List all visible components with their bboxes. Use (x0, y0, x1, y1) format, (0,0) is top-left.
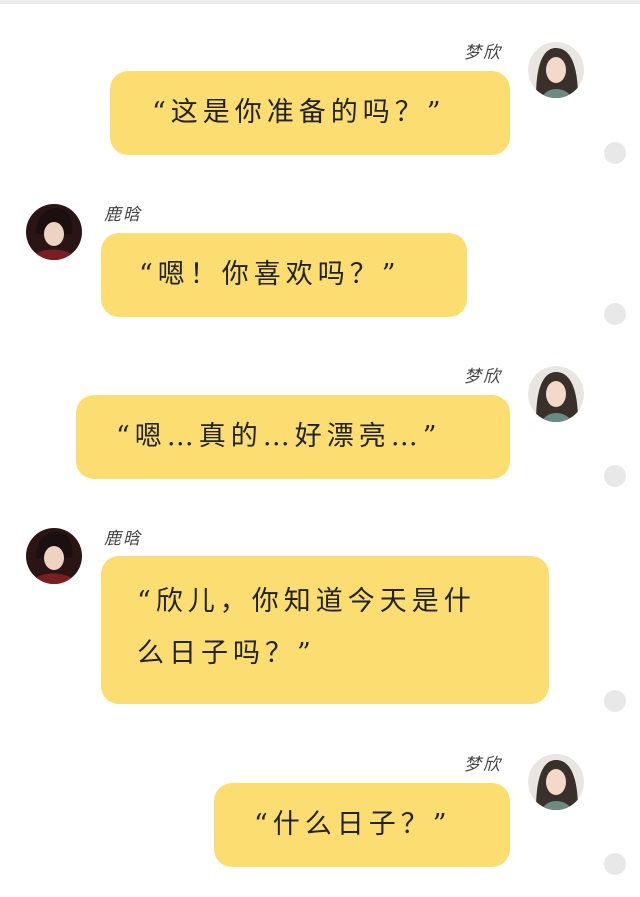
sender-name: 梦欣 (464, 755, 502, 775)
sender-name: 梦欣 (464, 367, 502, 387)
status-dot (604, 853, 626, 875)
sender-name: 鹿晗 (104, 529, 142, 549)
sender-name: 鹿晗 (104, 205, 142, 225)
message-bubble[interactable]: “嗯！你喜欢吗？” (101, 233, 467, 317)
message-text-line-1: “欣儿，你知道今天是什 (137, 586, 476, 617)
avatar-female[interactable] (528, 754, 584, 810)
avatar-female[interactable] (528, 366, 584, 422)
status-dot (604, 142, 626, 164)
avatar-male[interactable] (26, 528, 82, 584)
avatar-male[interactable] (26, 204, 82, 260)
sender-name: 梦欣 (464, 43, 502, 63)
message-bubble[interactable]: “这是你准备的吗？” (110, 71, 510, 155)
message-bubble[interactable]: “什么日子？” (214, 783, 510, 867)
message-text: “嗯！你喜欢吗？” (139, 259, 401, 290)
message-text: “这是你准备的吗？” (152, 97, 446, 128)
status-dot (604, 303, 626, 325)
avatar-female[interactable] (528, 42, 584, 98)
message-bubble[interactable]: “嗯…真的…好漂亮…” (76, 395, 510, 479)
status-dot (604, 690, 626, 712)
message-text: “什么日子？” (254, 809, 452, 840)
message-text: “嗯…真的…好漂亮…” (116, 421, 442, 452)
message-bubble[interactable]: “欣儿，你知道今天是什 么日子吗？” (101, 556, 549, 704)
top-divider (0, 0, 640, 4)
message-text-line-2: 么日子吗？” (137, 638, 316, 669)
status-dot (604, 465, 626, 487)
